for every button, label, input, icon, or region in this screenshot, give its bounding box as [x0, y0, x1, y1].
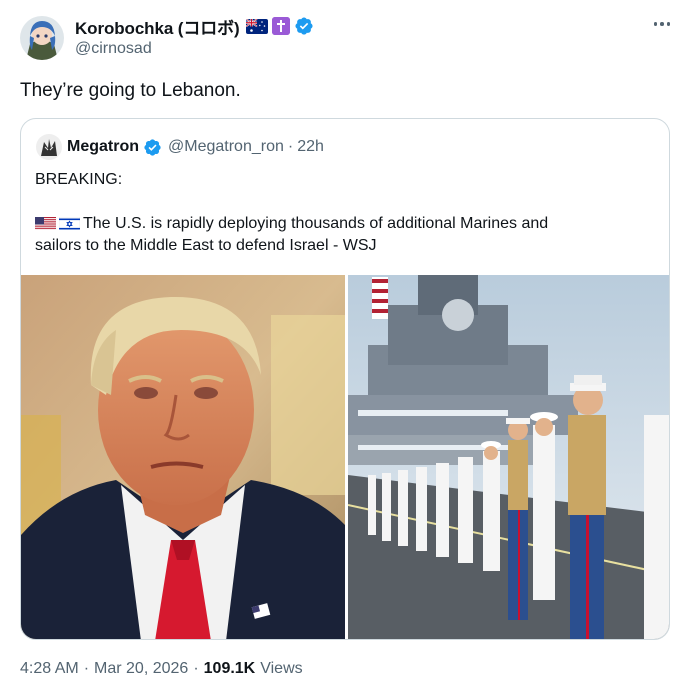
quote-media-ship[interactable]	[348, 275, 669, 639]
quote-name-row: Megatron @Megatron_ron · 22h	[67, 136, 324, 158]
israel-flag-icon	[59, 216, 80, 230]
author-handle[interactable]: @cirnosad	[75, 40, 152, 58]
quote-line-3: sailors to the Middle East to defend Isr…	[35, 237, 377, 254]
quoted-tweet[interactable]: Megatron @Megatron_ron · 22h BREAKING: T…	[20, 118, 670, 640]
quote-line-2: The U.S. is rapidly deploying thousands …	[83, 215, 549, 232]
author-display-name[interactable]: Korobochka (コロボ)	[75, 14, 240, 39]
more-options-icon[interactable]	[648, 14, 676, 34]
quote-handle[interactable]: @Megatron_ron	[168, 138, 284, 156]
verified-badge-icon	[294, 16, 314, 36]
quote-media-portrait[interactable]	[21, 275, 345, 639]
tweet-time[interactable]: 4:28 AM	[20, 660, 79, 678]
australia-flag-icon	[245, 18, 268, 34]
quote-time[interactable]: 22h	[297, 138, 324, 156]
quote-line-breaking: BREAKING:	[35, 171, 123, 188]
tweet-text: They’re going to Lebanon.	[20, 80, 241, 101]
quote-verified-badge-icon	[143, 138, 162, 157]
tweet-date[interactable]: Mar 20, 2026	[94, 660, 188, 678]
views-label: Views	[260, 660, 303, 677]
quote-text: BREAKING: The U.S. is rapidly deploying …	[35, 169, 655, 257]
meta-separator: ·	[193, 660, 199, 677]
author-name-row: Korobochka (コロボ)	[75, 14, 314, 39]
us-flag-icon	[35, 216, 56, 230]
meta-separator: ·	[83, 660, 90, 677]
cross-badge-icon	[271, 17, 290, 35]
quote-display-name[interactable]: Megatron	[67, 138, 139, 156]
quote-separator: ·	[287, 138, 294, 155]
views-count[interactable]: 109.1K	[204, 660, 256, 678]
quote-avatar[interactable]	[36, 134, 62, 160]
quote-line-body: The U.S. is rapidly deploying thousands …	[35, 213, 655, 235]
author-avatar[interactable]	[20, 16, 64, 60]
tweet-meta: 4:28 AM · Mar 20, 2026 · 109.1K Views	[20, 660, 303, 678]
